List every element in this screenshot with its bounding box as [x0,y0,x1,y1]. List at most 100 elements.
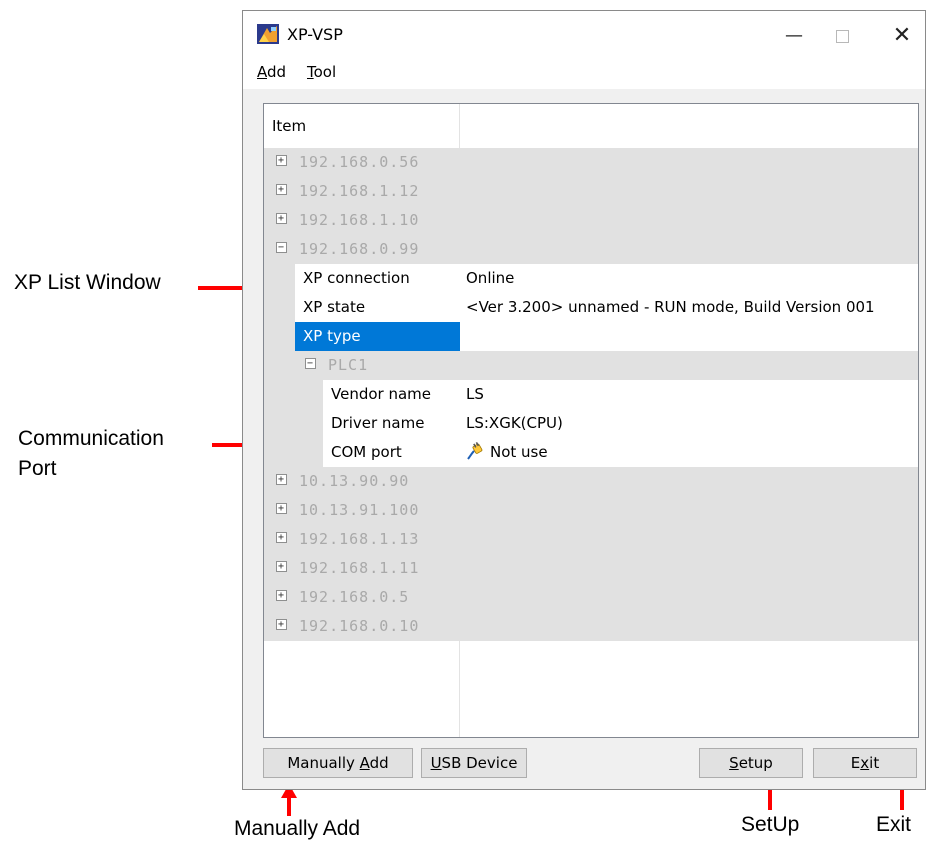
list-item[interactable]: +192.168.0.5 [264,583,918,612]
setup-button[interactable]: Setup [699,748,803,778]
group-label: 192.168.1.10 [299,211,420,229]
group-label: 192.168.0.10 [299,617,420,635]
property-name: Driver name [323,409,460,439]
list-item[interactable]: +10.13.90.90 [264,467,918,496]
vendor-name-row[interactable]: Vendor name LS [264,380,918,410]
xp-list[interactable]: Item +192.168.0.56 +192.168.1.12 +192.16… [263,103,919,738]
xp-type-row[interactable]: XP type [264,322,918,352]
property-value: Online [460,264,918,294]
list-item[interactable]: +192.168.1.11 [264,554,918,583]
group-name: +192.168.1.10 [276,206,419,235]
property-value: <Ver 3.200> unnamed - RUN mode, Build Ve… [460,293,918,323]
driver-name-row[interactable]: Driver name LS:XGK(CPU) [264,409,918,439]
expand-icon[interactable]: + [276,590,287,601]
maximize-icon [835,30,849,43]
list-item[interactable]: +192.168.1.12 [264,177,918,206]
menu-add-mnemonic: A [257,63,267,81]
button-mnemonic: U [430,754,442,772]
expand-icon[interactable]: + [276,619,287,630]
plc-item[interactable]: − PLC1 [295,351,918,380]
property-name: XP type [295,322,460,352]
expand-icon[interactable]: + [276,184,287,195]
manually-add-button[interactable]: Manually Add [263,748,413,778]
collapse-icon[interactable]: − [305,358,316,369]
communication-port-annotation-line1: Communication [18,427,164,450]
button-mnemonic: S [729,754,739,772]
group-name: +192.168.0.5 [276,583,409,612]
group-name: +192.168.0.56 [276,148,419,177]
menu-tool[interactable]: Tool [307,63,336,81]
group-name: +192.168.1.12 [276,177,419,206]
property-name: Vendor name [323,380,460,410]
button-label-rest: etup [738,754,773,772]
group-name: +192.168.1.11 [276,554,419,583]
xp-state-row[interactable]: XP state <Ver 3.200> unnamed - RUN mode,… [264,293,918,323]
minimize-button[interactable]: — [771,19,817,53]
group-name: +192.168.0.10 [276,612,419,641]
group-label: 192.168.1.12 [299,182,420,200]
property-value: Not use [460,438,918,468]
usb-device-button[interactable]: USB Device [421,748,527,778]
close-button[interactable]: ✕ [879,19,925,53]
button-mnemonic: A [359,754,370,772]
manually-add-arrow [281,784,297,816]
exit-button[interactable]: Exit [813,748,917,778]
list-item[interactable]: +192.168.1.13 [264,525,918,554]
column-header-item[interactable]: Item [272,117,306,135]
property-value: LS [460,380,918,410]
group-label: 10.13.90.90 [299,472,410,490]
list-item-expanded[interactable]: − 192.168.0.99 [264,235,918,264]
expand-icon[interactable]: + [276,155,287,166]
menu-bar: Add Tool [243,59,925,89]
list-header: Item [264,104,918,149]
group-label: 192.168.0.56 [299,153,420,171]
group-label: 192.168.0.99 [299,240,420,258]
plc-label: PLC1 [328,356,369,374]
group-label: 192.168.1.11 [299,559,420,577]
property-name: XP state [295,293,460,323]
group-name: +10.13.91.100 [276,496,419,525]
group-label: 192.168.1.13 [299,530,420,548]
title-bar[interactable]: XP-VSP — ✕ [243,11,925,59]
com-port-row[interactable]: COM port Not use [264,438,918,468]
com-port-value: Not use [490,443,548,461]
group-label: 192.168.0.5 [299,588,410,606]
communication-port-annotation-line2: Port [18,457,57,480]
group-name: +192.168.1.13 [276,525,419,554]
property-name: COM port [323,438,460,468]
expand-icon[interactable]: + [276,503,287,514]
button-label-rest: it [869,754,880,772]
exit-arrow [894,776,910,810]
group-label: 10.13.91.100 [299,501,420,519]
setup-annotation: SetUp [741,813,800,836]
xp-vsp-window: XP-VSP — ✕ Add Tool Item +192.168.0.56 +… [242,10,926,790]
property-name: XP connection [295,264,460,294]
menu-add[interactable]: Add [257,63,286,81]
expand-icon[interactable]: + [276,213,287,224]
group-name: +10.13.90.90 [276,467,409,496]
button-label: E [850,754,861,772]
expand-icon[interactable]: + [276,532,287,543]
button-label-rest: SB Device [441,754,518,772]
plug-icon [467,441,483,460]
xp-connection-row[interactable]: XP connection Online [264,264,918,294]
list-item[interactable]: +192.168.0.10 [264,612,918,641]
list-item[interactable]: +10.13.91.100 [264,496,918,525]
communication-port-annotation: Communication Port [18,424,164,484]
maximize-button[interactable] [819,19,865,53]
expand-icon[interactable]: + [276,474,287,485]
list-item[interactable]: +192.168.1.10 [264,206,918,235]
menu-tool-mnemonic: T [307,63,314,81]
xp-list-window-annotation: XP List Window [14,271,161,294]
expand-icon[interactable]: + [276,561,287,572]
list-item[interactable]: +192.168.0.56 [264,148,918,177]
collapse-icon[interactable]: − [276,242,287,253]
plc-name: − PLC1 [305,351,368,380]
menu-tool-label: ool [313,63,337,81]
button-label-rest: dd [369,754,389,772]
button-label: Manually [287,754,360,772]
property-value: LS:XGK(CPU) [460,409,918,439]
button-mnemonic: x [860,754,870,772]
window-title: XP-VSP [287,25,343,44]
manually-add-annotation: Manually Add [234,817,361,840]
